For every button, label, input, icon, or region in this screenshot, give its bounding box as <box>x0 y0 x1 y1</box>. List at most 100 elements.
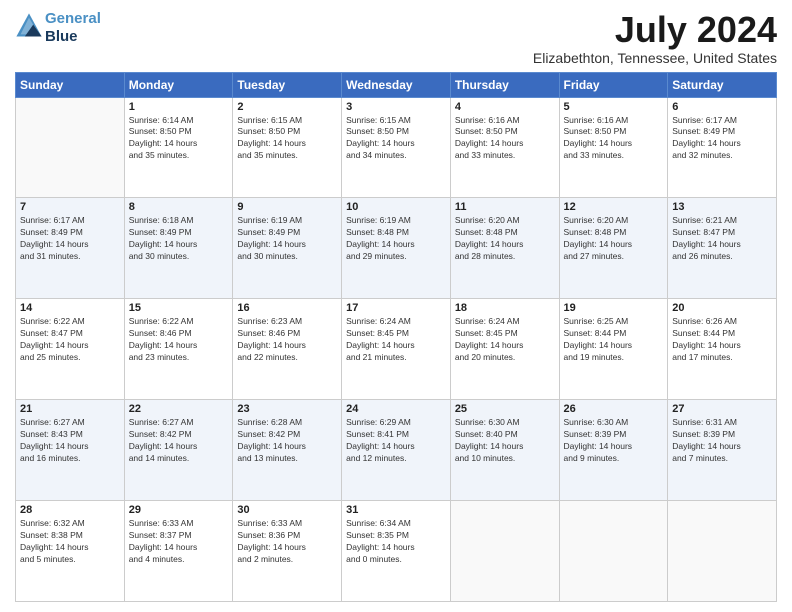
day-info: Sunrise: 6:33 AMSunset: 8:37 PMDaylight:… <box>129 518 229 566</box>
calendar-cell: 5 Sunrise: 6:16 AMSunset: 8:50 PMDaylight… <box>559 97 668 198</box>
calendar-cell: 31Sunrise: 6:34 AMSunset: 8:35 PMDayligh… <box>342 501 451 602</box>
weekday-header-friday: Friday <box>559 72 668 97</box>
day-number: 21 <box>20 403 120 415</box>
calendar-week-row: 1 Sunrise: 6:14 AMSunset: 8:50 PMDaylight… <box>16 97 777 198</box>
calendar-week-row: 28Sunrise: 6:32 AMSunset: 8:38 PMDayligh… <box>16 501 777 602</box>
day-info: Sunrise: 6:24 AMSunset: 8:45 PMDaylight:… <box>346 316 446 364</box>
calendar-cell: 30Sunrise: 6:33 AMSunset: 8:36 PMDayligh… <box>233 501 342 602</box>
day-number: 29 <box>129 504 229 516</box>
calendar-cell: 22 Sunrise: 6:27 AMSunset: 8:42 PMDayligh… <box>124 400 233 501</box>
calendar-cell: 10Sunrise: 6:19 AMSunset: 8:48 PMDayligh… <box>342 198 451 299</box>
calendar-cell: 11 Sunrise: 6:20 AMSunset: 8:48 PMDayligh… <box>450 198 559 299</box>
day-info: Sunrise: 6:22 AMSunset: 8:47 PMDaylight:… <box>20 316 120 364</box>
calendar-cell: 24 Sunrise: 6:29 AMSunset: 8:41 PMDayligh… <box>342 400 451 501</box>
calendar-week-row: 7 Sunrise: 6:17 AMSunset: 8:49 PMDaylight… <box>16 198 777 299</box>
day-number: 8 <box>129 201 229 213</box>
calendar-cell <box>668 501 777 602</box>
calendar-cell: 1 Sunrise: 6:14 AMSunset: 8:50 PMDaylight… <box>124 97 233 198</box>
calendar-cell: 8Sunrise: 6:18 AMSunset: 8:49 PMDaylight… <box>124 198 233 299</box>
calendar-cell: 18 Sunrise: 6:24 AMSunset: 8:45 PMDayligh… <box>450 299 559 400</box>
title-area: July 2024 Elizabethton, Tennessee, Unite… <box>533 10 777 66</box>
calendar-cell: 25 Sunrise: 6:30 AMSunset: 8:40 PMDayligh… <box>450 400 559 501</box>
day-info: Sunrise: 6:25 AMSunset: 8:44 PMDaylight:… <box>564 316 664 364</box>
day-info: Sunrise: 6:17 AMSunset: 8:49 PMDaylight:… <box>20 215 120 263</box>
day-number: 6 <box>672 101 772 113</box>
day-number: 5 <box>564 101 664 113</box>
day-number: 15 <box>129 302 229 314</box>
calendar-table: SundayMondayTuesdayWednesdayThursdayFrid… <box>15 72 777 602</box>
logo-blue: Blue <box>45 28 101 46</box>
calendar-cell <box>450 501 559 602</box>
day-info: Sunrise: 6:17 AMSunset: 8:49 PMDaylight:… <box>672 115 772 163</box>
day-info: Sunrise: 6:16 AMSunset: 8:50 PMDaylight:… <box>455 115 555 163</box>
weekday-header-tuesday: Tuesday <box>233 72 342 97</box>
logo-general: General <box>45 10 101 27</box>
calendar-cell: 19Sunrise: 6:25 AMSunset: 8:44 PMDayligh… <box>559 299 668 400</box>
calendar-cell: 28Sunrise: 6:32 AMSunset: 8:38 PMDayligh… <box>16 501 125 602</box>
day-info: Sunrise: 6:20 AMSunset: 8:48 PMDaylight:… <box>564 215 664 263</box>
day-info: Sunrise: 6:31 AMSunset: 8:39 PMDaylight:… <box>672 417 772 465</box>
header: General Blue July 2024 Elizabethton, Ten… <box>15 10 777 66</box>
calendar-cell: 2Sunrise: 6:15 AMSunset: 8:50 PMDaylight… <box>233 97 342 198</box>
day-info: Sunrise: 6:22 AMSunset: 8:46 PMDaylight:… <box>129 316 229 364</box>
calendar-cell: 6 Sunrise: 6:17 AMSunset: 8:49 PMDaylight… <box>668 97 777 198</box>
day-info: Sunrise: 6:29 AMSunset: 8:41 PMDaylight:… <box>346 417 446 465</box>
day-info: Sunrise: 6:27 AMSunset: 8:42 PMDaylight:… <box>129 417 229 465</box>
calendar-cell: 20Sunrise: 6:26 AMSunset: 8:44 PMDayligh… <box>668 299 777 400</box>
calendar-week-row: 21Sunrise: 6:27 AMSunset: 8:43 PMDayligh… <box>16 400 777 501</box>
calendar-cell: 14 Sunrise: 6:22 AMSunset: 8:47 PMDayligh… <box>16 299 125 400</box>
day-number: 13 <box>672 201 772 213</box>
day-info: Sunrise: 6:15 AMSunset: 8:50 PMDaylight:… <box>237 115 337 163</box>
day-number: 22 <box>129 403 229 415</box>
day-info: Sunrise: 6:24 AMSunset: 8:45 PMDaylight:… <box>455 316 555 364</box>
calendar-cell: 13 Sunrise: 6:21 AMSunset: 8:47 PMDayligh… <box>668 198 777 299</box>
calendar-cell: 7 Sunrise: 6:17 AMSunset: 8:49 PMDaylight… <box>16 198 125 299</box>
day-info: Sunrise: 6:16 AMSunset: 8:50 PMDaylight:… <box>564 115 664 163</box>
calendar-cell: 9Sunrise: 6:19 AMSunset: 8:49 PMDaylight… <box>233 198 342 299</box>
day-info: Sunrise: 6:28 AMSunset: 8:42 PMDaylight:… <box>237 417 337 465</box>
day-info: Sunrise: 6:33 AMSunset: 8:36 PMDaylight:… <box>237 518 337 566</box>
day-info: Sunrise: 6:20 AMSunset: 8:48 PMDaylight:… <box>455 215 555 263</box>
calendar-cell <box>559 501 668 602</box>
day-number: 9 <box>237 201 337 213</box>
day-number: 31 <box>346 504 446 516</box>
logo-icon <box>15 12 43 40</box>
month-title: July 2024 <box>533 10 777 50</box>
day-number: 10 <box>346 201 446 213</box>
logo-area: General Blue <box>15 10 101 46</box>
day-info: Sunrise: 6:23 AMSunset: 8:46 PMDaylight:… <box>237 316 337 364</box>
day-info: Sunrise: 6:21 AMSunset: 8:47 PMDaylight:… <box>672 215 772 263</box>
day-info: Sunrise: 6:26 AMSunset: 8:44 PMDaylight:… <box>672 316 772 364</box>
day-number: 1 <box>129 101 229 113</box>
day-number: 4 <box>455 101 555 113</box>
day-info: Sunrise: 6:14 AMSunset: 8:50 PMDaylight:… <box>129 115 229 163</box>
calendar-cell: 26Sunrise: 6:30 AMSunset: 8:39 PMDayligh… <box>559 400 668 501</box>
calendar-cell: 4 Sunrise: 6:16 AMSunset: 8:50 PMDaylight… <box>450 97 559 198</box>
calendar-cell: 12 Sunrise: 6:20 AMSunset: 8:48 PMDayligh… <box>559 198 668 299</box>
logo-text: General Blue <box>45 10 101 46</box>
calendar-week-row: 14 Sunrise: 6:22 AMSunset: 8:47 PMDayligh… <box>16 299 777 400</box>
day-number: 17 <box>346 302 446 314</box>
day-info: Sunrise: 6:15 AMSunset: 8:50 PMDaylight:… <box>346 115 446 163</box>
day-number: 18 <box>455 302 555 314</box>
weekday-header-row: SundayMondayTuesdayWednesdayThursdayFrid… <box>16 72 777 97</box>
day-info: Sunrise: 6:30 AMSunset: 8:40 PMDaylight:… <box>455 417 555 465</box>
calendar-cell: 27Sunrise: 6:31 AMSunset: 8:39 PMDayligh… <box>668 400 777 501</box>
day-number: 25 <box>455 403 555 415</box>
calendar-cell: 29 Sunrise: 6:33 AMSunset: 8:37 PMDayligh… <box>124 501 233 602</box>
calendar-cell: 3Sunrise: 6:15 AMSunset: 8:50 PMDaylight… <box>342 97 451 198</box>
calendar-cell: 15 Sunrise: 6:22 AMSunset: 8:46 PMDayligh… <box>124 299 233 400</box>
calendar-cell: 16Sunrise: 6:23 AMSunset: 8:46 PMDayligh… <box>233 299 342 400</box>
weekday-header-saturday: Saturday <box>668 72 777 97</box>
calendar-cell: 21Sunrise: 6:27 AMSunset: 8:43 PMDayligh… <box>16 400 125 501</box>
page: General Blue July 2024 Elizabethton, Ten… <box>0 0 792 612</box>
calendar-cell <box>16 97 125 198</box>
day-number: 24 <box>346 403 446 415</box>
calendar-cell: 23Sunrise: 6:28 AMSunset: 8:42 PMDayligh… <box>233 400 342 501</box>
calendar-cell: 17 Sunrise: 6:24 AMSunset: 8:45 PMDayligh… <box>342 299 451 400</box>
day-number: 11 <box>455 201 555 213</box>
day-number: 7 <box>20 201 120 213</box>
day-info: Sunrise: 6:30 AMSunset: 8:39 PMDaylight:… <box>564 417 664 465</box>
day-number: 14 <box>20 302 120 314</box>
day-number: 12 <box>564 201 664 213</box>
